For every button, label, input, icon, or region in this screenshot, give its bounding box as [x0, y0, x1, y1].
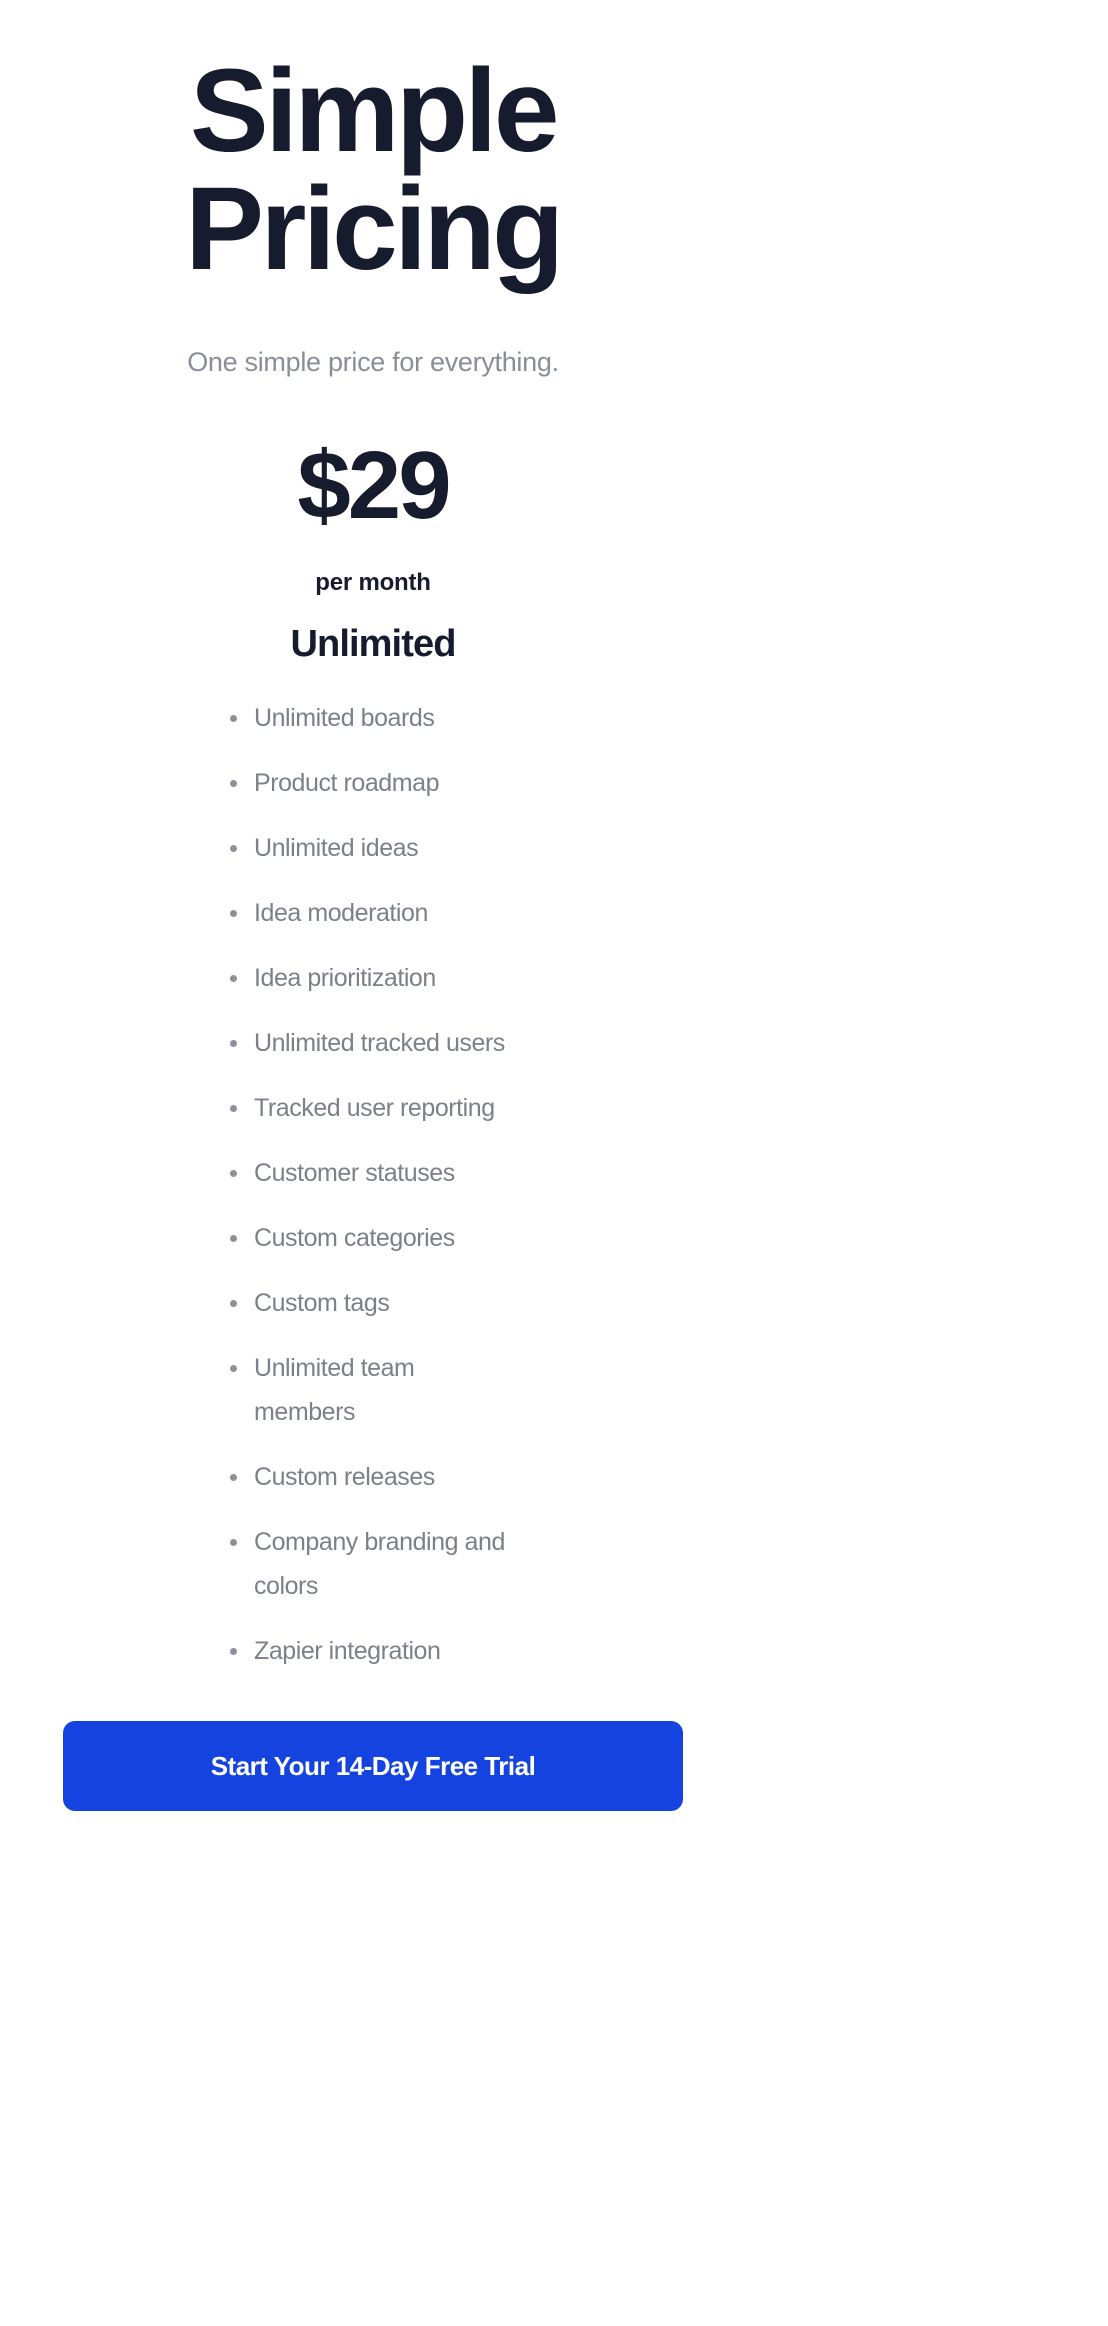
bullet-icon: [230, 910, 237, 918]
feature-list-item: Product roadmap: [228, 761, 518, 805]
feature-label: Unlimited tracked users: [254, 1029, 505, 1058]
bullet-icon: [230, 1105, 237, 1113]
price-amount: $29: [297, 432, 451, 540]
feature-list-item: Idea moderation: [228, 891, 518, 935]
feature-label: Product roadmap: [254, 769, 440, 798]
bullet-icon: [230, 975, 237, 983]
start-free-trial-button[interactable]: Start Your 14-Day Free Trial: [63, 1721, 683, 1812]
feature-label: Company branding and colors: [254, 1528, 505, 1601]
feature-list-item: Custom releases: [228, 1455, 518, 1499]
feature-label: Custom tags: [254, 1289, 390, 1318]
pricing-page: Simple Pricing One simple price for ever…: [0, 0, 746, 2326]
feature-list-item: Custom categories: [228, 1216, 518, 1260]
cta-container: Start Your 14-Day Free Trial: [0, 1694, 746, 1812]
plan-name: Unlimited: [290, 623, 456, 666]
feature-list-item: Unlimited ideas: [228, 826, 518, 870]
feature-label: Unlimited boards: [254, 704, 435, 733]
feature-list-item: Unlimited boards: [228, 696, 518, 740]
feature-list: Unlimited boards Product roadmap Unlimited…: [0, 666, 746, 1673]
bullet-icon: [230, 1648, 237, 1656]
price-block: $29 per month: [0, 378, 746, 597]
bullet-icon: [230, 1300, 237, 1308]
feature-label: Zapier integration: [254, 1637, 441, 1666]
feature-list-item: Custom tags: [228, 1281, 518, 1325]
bullet-icon: [230, 715, 237, 723]
feature-list-item: Zapier integration: [228, 1629, 518, 1673]
feature-list-item: Customer statuses: [228, 1151, 518, 1195]
feature-list-item: Company branding and colors: [228, 1520, 518, 1608]
bullet-icon: [230, 1235, 237, 1243]
feature-label: Idea prioritization: [254, 964, 436, 993]
bullet-icon: [230, 780, 237, 788]
price-period: per month: [315, 569, 431, 597]
feature-label: Unlimited ideas: [254, 834, 419, 863]
feature-label: Custom releases: [254, 1463, 435, 1492]
pricing-header: Simple Pricing One simple price for ever…: [0, 0, 746, 378]
feature-label: Tracked user reporting: [254, 1094, 495, 1123]
bullet-icon: [230, 845, 237, 853]
feature-label: Customer statuses: [254, 1159, 455, 1188]
feature-list-item: Idea prioritization: [228, 956, 518, 1000]
feature-list-item: Tracked user reporting: [228, 1086, 518, 1130]
page-subtitle: One simple price for everything.: [187, 347, 559, 377]
feature-label: Unlimited team members: [254, 1354, 415, 1427]
bullet-icon: [230, 1170, 237, 1178]
feature-list-item: Unlimited team members: [228, 1346, 518, 1434]
feature-list-item: Unlimited tracked users: [228, 1021, 518, 1065]
bullet-icon: [230, 1539, 237, 1547]
feature-label: Idea moderation: [254, 899, 428, 928]
bullet-icon: [230, 1474, 237, 1482]
bullet-icon: [230, 1040, 237, 1048]
bullet-icon: [230, 1365, 237, 1373]
feature-label: Custom categories: [254, 1224, 455, 1253]
page-title: Simple Pricing: [185, 45, 564, 295]
